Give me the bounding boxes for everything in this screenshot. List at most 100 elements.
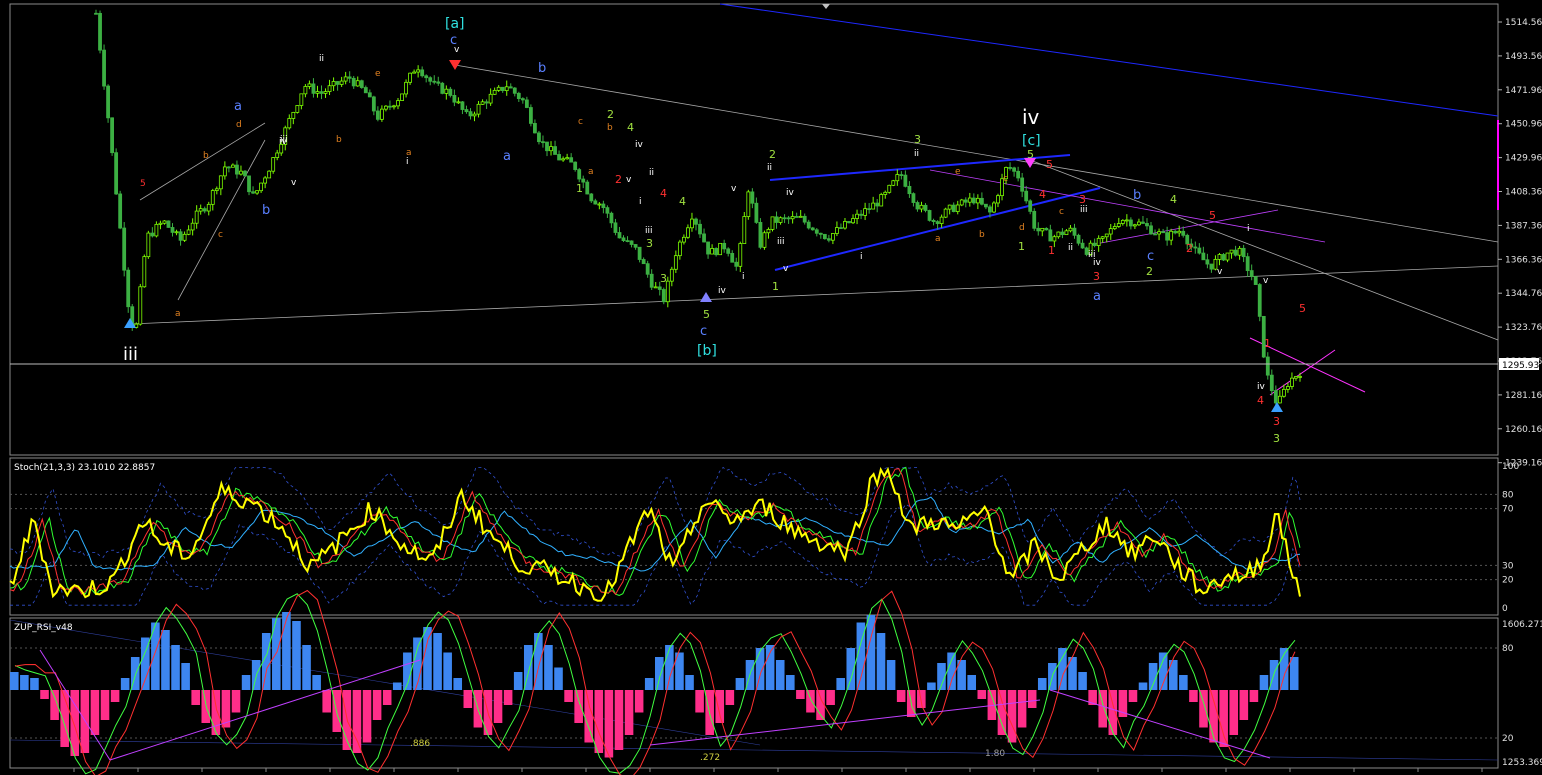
candle-body xyxy=(488,93,493,104)
candle-body xyxy=(1124,219,1129,222)
rsi-histogram-bar xyxy=(302,645,311,690)
wave-label: b xyxy=(1133,188,1141,203)
candle-body xyxy=(484,101,489,104)
candle-body xyxy=(1165,232,1170,241)
scroll-marker-icon[interactable] xyxy=(822,4,830,9)
rsi-histogram-bar xyxy=(463,690,473,708)
wave-label: 5 xyxy=(1299,302,1306,315)
candle-body xyxy=(448,88,453,96)
candle-body xyxy=(98,12,102,51)
candle-body xyxy=(726,248,731,254)
candle-body xyxy=(202,208,207,212)
main-panel-frame xyxy=(9,3,1499,456)
candle-body xyxy=(911,193,916,203)
candle-body xyxy=(1104,233,1109,238)
rsi-histogram-bar xyxy=(292,621,301,690)
candle-body xyxy=(327,85,332,92)
rsi-histogram-bar xyxy=(161,630,170,690)
candle-body xyxy=(170,227,175,233)
wave-label: ii xyxy=(649,168,654,178)
candle-body xyxy=(669,268,674,282)
candle-body xyxy=(251,191,255,194)
wave-label: [b] xyxy=(697,343,717,359)
candle-body xyxy=(923,204,928,211)
candle-body xyxy=(275,152,280,158)
rsi-annotation: 1.80 xyxy=(985,749,1005,759)
wave-label: v xyxy=(783,264,789,274)
candle-body xyxy=(677,241,682,257)
rsi-histogram-bar xyxy=(231,690,241,713)
wave-label: 1 xyxy=(772,280,779,293)
wave-label: iv xyxy=(1022,105,1040,129)
wave-label: a xyxy=(1093,289,1101,304)
price-chart-svg[interactable]: iii[a]cv[b]c5iv[c]5abababc12345342132143… xyxy=(0,0,1542,775)
candle-body xyxy=(428,77,433,82)
candle-body xyxy=(520,98,525,101)
candle-body xyxy=(468,111,473,117)
candle-body xyxy=(899,174,904,176)
rsi-histogram-bar xyxy=(614,690,624,750)
rsi-histogram-bar xyxy=(352,690,362,753)
candle-body xyxy=(150,232,155,237)
rsi-histogram-bar xyxy=(1189,690,1198,702)
candle-body xyxy=(142,256,147,288)
rsi-histogram-bar xyxy=(90,690,100,735)
wave-label: a xyxy=(234,99,242,114)
rsi-histogram-bar xyxy=(120,678,130,690)
price-tick-label: 1260.16 xyxy=(1505,425,1542,435)
candle-body xyxy=(524,99,529,108)
candle-body xyxy=(1112,226,1117,230)
wave-label: v xyxy=(731,184,737,194)
candle-body xyxy=(1257,284,1262,317)
rsi-histogram-bar xyxy=(312,675,321,690)
wave-label: i xyxy=(639,197,642,207)
price-tick-label: 1366.36 xyxy=(1505,255,1542,265)
candle-body xyxy=(653,286,658,289)
candle-body xyxy=(806,221,811,229)
candle-body xyxy=(621,237,626,241)
candle-body xyxy=(561,158,566,161)
candle-body xyxy=(299,93,304,106)
magenta-line-1 xyxy=(929,169,1326,243)
candle-body xyxy=(1141,221,1145,224)
candle-body xyxy=(682,236,686,243)
wave-label: iii xyxy=(1080,205,1088,215)
candle-body xyxy=(597,203,602,206)
rsi-histogram-bar xyxy=(977,690,987,699)
wave-label: i xyxy=(406,157,409,167)
rsi-label: ZUP_RSI_v48 xyxy=(14,623,73,633)
grey-base-trend xyxy=(129,265,1499,325)
candle-body xyxy=(388,105,392,108)
candle-body xyxy=(533,123,537,134)
blue-channel-top xyxy=(719,3,1499,117)
candle-body xyxy=(1217,254,1222,260)
candle-body xyxy=(770,216,775,230)
wave-label: 4 xyxy=(1257,394,1264,407)
candle-body xyxy=(1253,276,1258,285)
candle-body xyxy=(351,77,356,87)
candle-body xyxy=(392,105,396,108)
rsi-histogram-bar xyxy=(967,675,976,690)
candle-body xyxy=(557,154,561,161)
wave-label: 3 xyxy=(646,237,653,250)
candle-body xyxy=(1233,249,1238,256)
candle-body xyxy=(174,231,179,234)
wave-label: 3 xyxy=(660,272,667,285)
candle-body xyxy=(271,157,276,172)
candle-body xyxy=(835,227,839,234)
down-arrow-icon xyxy=(449,60,461,70)
rsi-histogram-bar xyxy=(796,690,805,699)
wave-label: ii xyxy=(914,149,919,159)
candle-body xyxy=(1116,223,1121,227)
candle-body xyxy=(947,204,952,210)
rsi-histogram-bar xyxy=(1007,690,1017,743)
candle-body xyxy=(138,286,143,325)
rsi-histogram-bar xyxy=(423,627,432,690)
rsi-histogram-bar xyxy=(241,675,251,690)
wedge-upper xyxy=(139,122,266,201)
rsi-histogram-bar xyxy=(322,690,331,713)
candle-body xyxy=(984,203,988,208)
candle-body xyxy=(396,100,400,107)
candle-body xyxy=(951,204,956,212)
candle-body xyxy=(235,164,239,175)
